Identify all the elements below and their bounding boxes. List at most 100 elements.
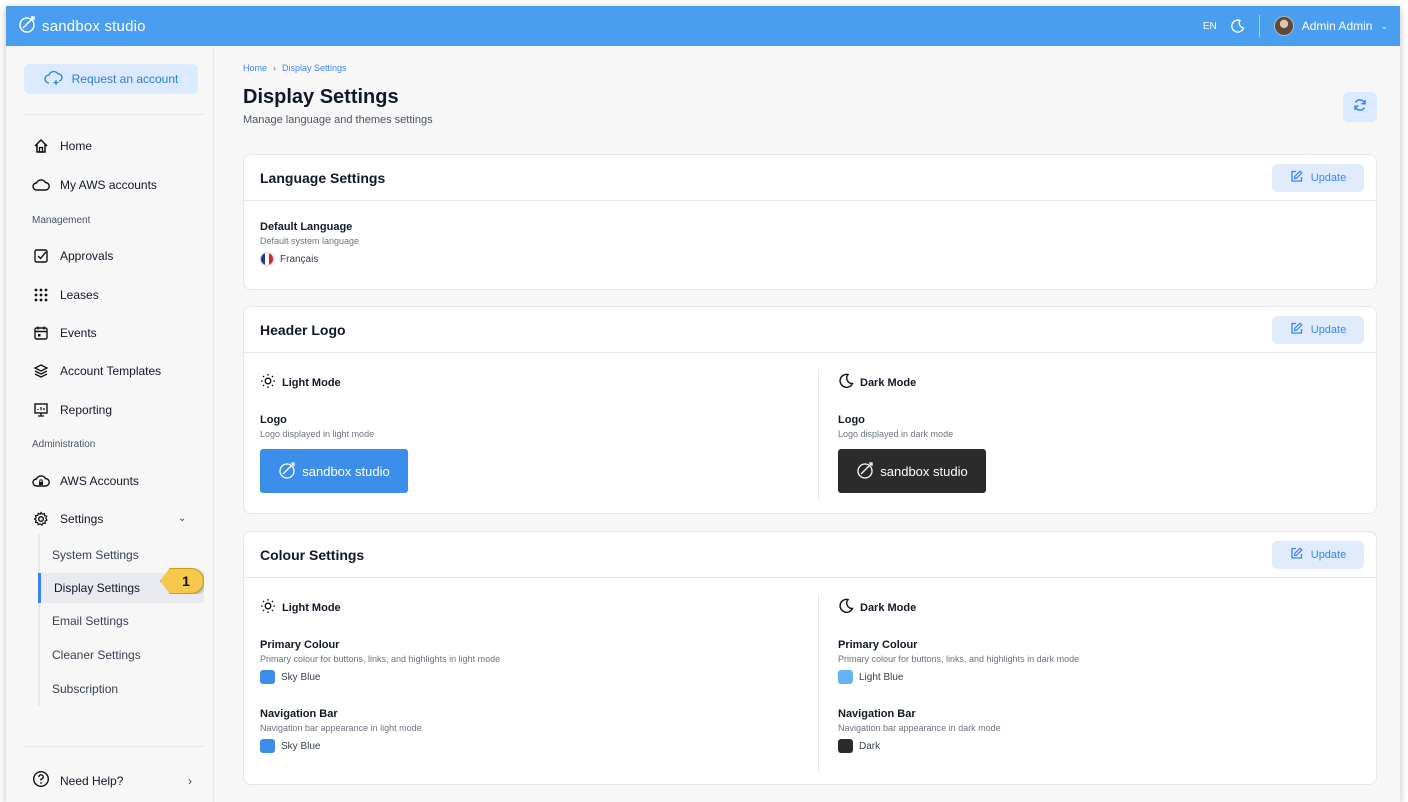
field-description: Logo displayed in light mode	[260, 429, 375, 439]
sidebar-item-events[interactable]: Events	[32, 324, 97, 342]
approval-icon	[32, 247, 50, 265]
cloud-lock-icon	[32, 472, 50, 490]
field-title: Default Language	[260, 221, 353, 233]
app-window: sandbox studio EN Admin Admin ⌄ Request …	[6, 6, 1400, 802]
update-label: Update	[1310, 549, 1347, 561]
dark-mode-toggle-icon[interactable]	[1230, 19, 1245, 33]
topbar-divider	[1258, 15, 1260, 37]
light-navigation-bar-field: Navigation Bar Navigation bar appearance…	[260, 708, 800, 753]
sidebar-divider	[24, 114, 204, 115]
card-header: Language Settings Update	[244, 155, 1376, 201]
sidebar: Request an account Home My AWS accounts …	[6, 46, 214, 802]
update-colour-button[interactable]: Update	[1272, 541, 1364, 569]
dark-mode-colour-column: Dark Mode Primary Colour Primary colour …	[838, 598, 1358, 753]
card-header: Header Logo Update	[244, 307, 1376, 353]
colour-value: Sky Blue	[281, 740, 321, 752]
top-navigation-bar: sandbox studio EN Admin Admin ⌄	[6, 6, 1400, 46]
page-subtitle: Manage language and themes settings	[243, 114, 433, 126]
default-language-field: Default Language Default system language…	[260, 221, 359, 266]
section-label-administration: Administration	[32, 439, 96, 450]
language-settings-card: Language Settings Update Default Languag…	[243, 154, 1377, 290]
calendar-icon	[32, 324, 50, 342]
refresh-button[interactable]	[1343, 92, 1377, 122]
colour-swatch	[260, 670, 275, 684]
brand-name: sandbox studio	[42, 17, 146, 35]
dark-mode-logo-column: Dark Mode Logo Logo displayed in dark mo…	[838, 373, 986, 493]
help-circle-icon	[32, 770, 50, 791]
dark-mode-label: Dark Mode	[860, 601, 917, 614]
sidebar-item-label: Leases	[60, 288, 99, 302]
grid-dots-icon	[32, 286, 50, 304]
card-title: Colour Settings	[260, 546, 365, 563]
light-mode-heading: Light Mode	[260, 598, 800, 617]
sidebar-item-label: Account Templates	[60, 364, 162, 378]
avatar[interactable]	[1273, 16, 1294, 36]
light-mode-heading: Light Mode	[260, 373, 408, 392]
breadcrumb-current[interactable]: Display Settings	[282, 63, 347, 73]
dark-mode-label: Dark Mode	[860, 376, 917, 389]
light-primary-colour-field: Primary Colour Primary colour for button…	[260, 639, 800, 684]
light-mode-label: Light Mode	[282, 601, 341, 614]
language-switch[interactable]: EN	[1203, 21, 1217, 32]
colour-value: Sky Blue	[281, 671, 321, 683]
sidebar-item-label: Home	[60, 139, 93, 153]
sidebar-item-reporting[interactable]: Reporting	[32, 401, 112, 419]
sidebar-divider	[24, 746, 204, 747]
sidebar-item-aws-accounts[interactable]: AWS Accounts	[32, 472, 139, 490]
update-logo-button[interactable]: Update	[1272, 316, 1364, 344]
edit-icon	[1290, 170, 1303, 186]
moon-icon	[838, 373, 854, 392]
field-value: Sky Blue	[260, 670, 800, 684]
dark-mode-heading: Dark Mode	[838, 598, 1358, 617]
dark-logo-preview: sandbox studio	[838, 449, 986, 493]
page-title: Display Settings	[243, 86, 399, 108]
breadcrumb-home-link[interactable]: Home	[243, 63, 267, 73]
sidebar-item-my-aws-accounts[interactable]: My AWS accounts	[32, 176, 157, 194]
field-description: Default system language	[260, 236, 360, 246]
france-flag-icon	[260, 252, 274, 266]
colour-swatch	[838, 739, 853, 753]
presentation-icon	[32, 401, 50, 419]
submenu-item-email-settings[interactable]: Email Settings	[38, 606, 204, 636]
sidebar-item-approvals[interactable]: Approvals	[32, 247, 113, 265]
sandbox-logo-icon	[18, 14, 38, 38]
home-icon	[32, 137, 50, 155]
sidebar-item-settings[interactable]: Settings	[32, 510, 103, 528]
submenu-item-cleaner-settings[interactable]: Cleaner Settings	[38, 640, 204, 670]
field-title: Navigation Bar	[838, 708, 916, 720]
sidebar-item-label: Approvals	[60, 249, 114, 263]
sidebar-item-label: AWS Accounts	[60, 474, 139, 488]
need-help-link[interactable]: Need Help? ›	[32, 770, 192, 791]
edit-icon	[1290, 322, 1303, 338]
field-title: Primary Colour	[838, 639, 918, 651]
chevron-right-icon: ›	[188, 773, 192, 788]
sidebar-item-label: Events	[60, 326, 97, 340]
chevron-down-icon[interactable]: ⌄	[1380, 21, 1388, 32]
sidebar-item-account-templates[interactable]: Account Templates	[32, 362, 161, 380]
layers-icon	[32, 362, 50, 380]
breadcrumb: Home › Display Settings	[243, 63, 347, 73]
light-mode-logo-column: Light Mode Logo Logo displayed in light …	[260, 373, 408, 493]
update-language-button[interactable]: Update	[1272, 164, 1364, 192]
breadcrumb-separator-icon: ›	[273, 63, 277, 73]
sidebar-item-label: Reporting	[60, 403, 113, 417]
sandbox-logo-icon	[278, 460, 298, 483]
field-value: Light Blue	[838, 670, 1358, 684]
field-description: Navigation bar appearance in dark mode	[838, 723, 1001, 733]
language-value: Français	[280, 253, 319, 265]
submenu-item-system-settings[interactable]: System Settings	[38, 540, 204, 570]
field-description: Primary colour for buttons, links, and h…	[260, 654, 501, 664]
sidebar-item-leases[interactable]: Leases	[32, 286, 99, 304]
request-account-button[interactable]: Request an account	[24, 64, 198, 94]
brand-logo[interactable]: sandbox studio	[18, 14, 146, 38]
user-menu-name[interactable]: Admin Admin	[1302, 19, 1373, 33]
chevron-down-icon[interactable]: ⌄	[178, 513, 186, 524]
sidebar-item-home[interactable]: Home	[32, 137, 92, 155]
field-title: Logo	[260, 414, 287, 426]
colour-value: Light Blue	[859, 671, 904, 683]
field-value: Dark	[838, 739, 1358, 753]
update-label: Update	[1310, 172, 1347, 184]
sidebar-item-label: My AWS accounts	[60, 178, 157, 192]
column-divider	[818, 369, 819, 499]
submenu-item-subscription[interactable]: Subscription	[38, 674, 204, 704]
